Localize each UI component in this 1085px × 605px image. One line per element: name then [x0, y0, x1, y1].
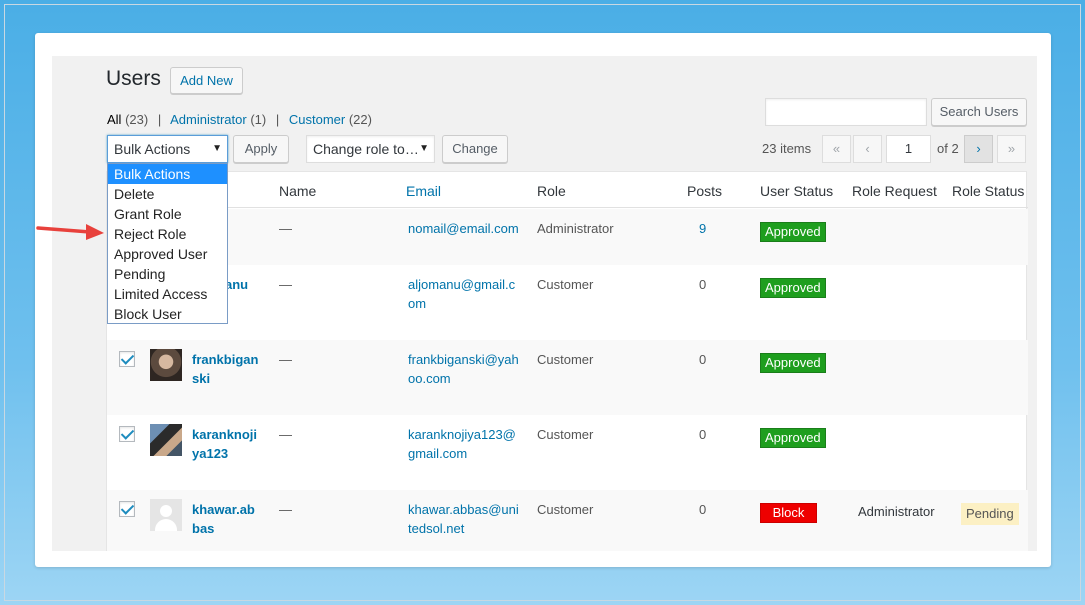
role-filter-links: All (23) | Administrator (1) | Customer … — [107, 112, 372, 127]
user-avatar — [150, 424, 182, 456]
user-login[interactable]: frankbiganski — [192, 350, 262, 388]
first-page-button[interactable]: « — [822, 135, 851, 163]
filter-administrator[interactable]: Administrator — [170, 112, 247, 127]
bulk-option-bulk-actions[interactable]: Bulk Actions — [108, 164, 227, 184]
items-count: 23 items — [762, 141, 812, 156]
bulk-option-delete[interactable]: Delete — [108, 184, 227, 204]
next-page-button[interactable]: › — [964, 135, 993, 163]
status-badge: Approved — [760, 222, 826, 242]
user-email[interactable]: khawar.abbas@unitedsol.net — [408, 500, 520, 538]
user-role: Customer — [537, 502, 594, 517]
status-badge: Approved — [760, 353, 826, 373]
table-header: Name Email Role Posts User Status Role R… — [107, 172, 1028, 208]
column-email[interactable]: Email — [406, 183, 441, 199]
role-status-badge: Pending — [961, 503, 1019, 525]
user-role: Customer — [537, 277, 594, 292]
user-name: — — [279, 277, 292, 292]
user-name: — — [279, 352, 292, 367]
prev-page-button[interactable]: ‹ — [853, 135, 882, 163]
current-page-input[interactable]: 1 — [886, 135, 931, 163]
user-role: Administrator — [537, 221, 614, 236]
table-row[interactable]: anu — aljomanu@gmail.com Customer 0 Appr… — [107, 265, 1028, 340]
total-pages: of 2 — [937, 141, 959, 156]
bulk-actions-dropdown: Bulk Actions Delete Grant Role Reject Ro… — [107, 163, 228, 324]
users-admin-page: Users Add New All (23) | Administrator (… — [52, 56, 1037, 551]
bulk-option-pending[interactable]: Pending — [108, 264, 227, 284]
filter-administrator-count: (1) — [250, 112, 267, 127]
user-posts: 0 — [699, 427, 707, 442]
filter-customer[interactable]: Customer — [289, 112, 345, 127]
table-row[interactable]: karanknojiya123 — karanknojiya123@gmail.… — [107, 415, 1028, 490]
filter-customer-count: (22) — [348, 112, 372, 127]
column-name: Name — [279, 183, 317, 199]
column-role-status: Role Status — [952, 183, 1025, 199]
add-new-button[interactable]: Add New — [170, 67, 243, 94]
change-role-button[interactable]: Change — [442, 135, 508, 163]
bulk-option-limited-access[interactable]: Limited Access — [108, 284, 227, 304]
bulk-option-reject-role[interactable]: Reject Role — [108, 224, 227, 244]
dropdown-arrow-icon: ▼ — [212, 143, 222, 154]
column-email-link[interactable]: Email — [406, 183, 441, 199]
user-posts: 0 — [699, 277, 707, 292]
change-role-select[interactable]: Change role to… ▼ — [306, 135, 435, 163]
column-posts: Posts — [687, 183, 723, 199]
user-role: Customer — [537, 352, 594, 367]
search-users-button[interactable]: Search Users — [931, 98, 1027, 126]
user-posts: 0 — [699, 352, 707, 367]
table-row[interactable]: n — nomail@email.com Administrator 9 App… — [107, 209, 1028, 265]
content-frame: Users Add New All (23) | Administrator (… — [35, 33, 1051, 567]
user-login[interactable]: anu — [225, 275, 265, 294]
page-title: Users — [106, 67, 161, 90]
user-email[interactable]: karanknojiya123@gmail.com — [408, 425, 520, 463]
status-badge: Approved — [760, 278, 826, 298]
column-user-status: User Status — [760, 183, 834, 199]
bulk-option-grant-role[interactable]: Grant Role — [108, 204, 227, 224]
row-checkbox[interactable] — [119, 426, 135, 442]
search-input[interactable] — [765, 98, 927, 126]
user-login[interactable]: karanknojiya123 — [192, 425, 262, 463]
role-request: Administrator — [858, 504, 935, 519]
bulk-actions-select[interactable]: Bulk Actions ▼ — [107, 135, 228, 163]
filter-separator: | — [275, 112, 280, 127]
column-role: Role — [537, 183, 566, 199]
status-badge: Approved — [760, 428, 826, 448]
user-email[interactable]: frankbiganski@yahoo.com — [408, 350, 520, 388]
column-role-request: Role Request — [852, 183, 937, 199]
filter-separator: | — [157, 112, 162, 127]
default-avatar-icon — [150, 499, 182, 531]
bulk-option-block-user[interactable]: Block User — [108, 304, 227, 324]
bulk-option-approved-user[interactable]: Approved User — [108, 244, 227, 264]
table-row[interactable]: khawar.abbas — khawar.abbas@unitedsol.ne… — [107, 490, 1028, 551]
user-name: — — [279, 502, 292, 517]
user-email[interactable]: nomail@email.com — [408, 219, 520, 238]
bulk-actions-value: Bulk Actions — [114, 141, 191, 157]
dropdown-arrow-icon: ▼ — [419, 143, 429, 154]
filter-all[interactable]: All — [107, 112, 121, 127]
user-role: Customer — [537, 427, 594, 442]
row-checkbox[interactable] — [119, 501, 135, 517]
user-avatar — [150, 349, 182, 381]
filter-all-count: (23) — [125, 112, 149, 127]
user-email[interactable]: aljomanu@gmail.com — [408, 275, 520, 313]
status-badge: Block — [760, 503, 817, 523]
users-table: Name Email Role Posts User Status Role R… — [106, 171, 1028, 551]
user-name: — — [279, 427, 292, 442]
table-row[interactable]: frankbiganski — frankbiganski@yahoo.com … — [107, 340, 1028, 415]
change-role-value: Change role to… — [313, 141, 419, 157]
user-name: — — [279, 221, 292, 236]
user-posts[interactable]: 9 — [699, 219, 706, 238]
last-page-button[interactable]: » — [997, 135, 1026, 163]
apply-button[interactable]: Apply — [233, 135, 289, 163]
row-checkbox[interactable] — [119, 351, 135, 367]
user-posts: 0 — [699, 502, 707, 517]
user-login[interactable]: khawar.abbas — [192, 500, 262, 538]
